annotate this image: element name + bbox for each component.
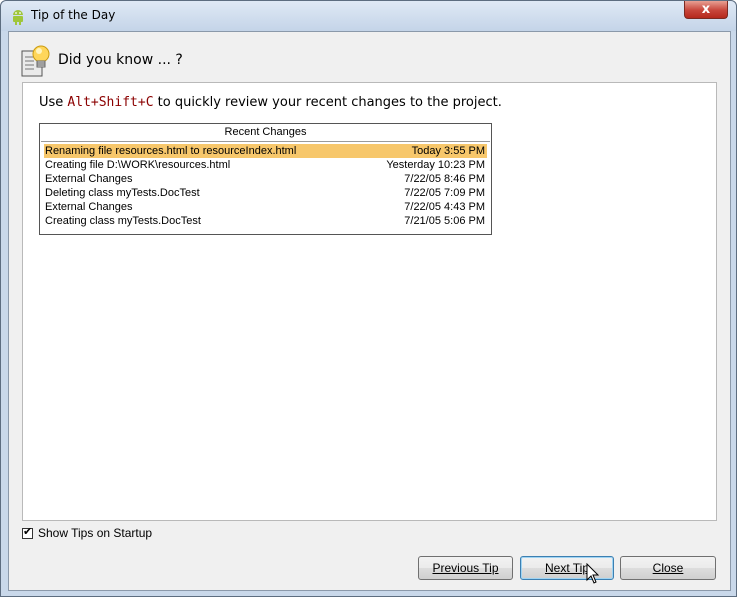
- list-item[interactable]: Creating class myTests.DocTest 7/21/05 5…: [44, 214, 487, 228]
- dialog-client-area: Did you know ... ? Use Alt+Shift+C to qu…: [8, 31, 731, 591]
- change-time: Yesterday 10:23 PM: [386, 159, 485, 171]
- android-icon: [13, 10, 23, 25]
- list-item[interactable]: External Changes 7/22/05 4:43 PM: [44, 200, 487, 214]
- header-title: Did you know ... ?: [58, 52, 183, 68]
- tip-suffix: to quickly review your recent changes to…: [153, 95, 502, 110]
- list-item[interactable]: Creating file D:\WORK\resources.html Yes…: [44, 158, 487, 172]
- change-time: 7/21/05 5:06 PM: [404, 215, 485, 227]
- tip-prefix: Use: [39, 95, 68, 110]
- change-time: Today 3:55 PM: [411, 145, 485, 157]
- window-close-button[interactable]: x: [684, 1, 728, 19]
- lightbulb-icon: [21, 45, 50, 77]
- change-name: Creating class myTests.DocTest: [45, 215, 201, 227]
- change-name: Creating file D:\WORK\resources.html: [45, 159, 231, 171]
- list-item[interactable]: Deleting class myTests.DocTest 7/22/05 7…: [44, 186, 487, 200]
- tip-panel: Use Alt+Shift+C to quickly review your r…: [22, 82, 717, 521]
- tip-text: Use Alt+Shift+C to quickly review your r…: [39, 95, 502, 110]
- change-name: Renaming file resources.html to resource…: [45, 145, 297, 157]
- show-tips-label: Show Tips on Startup: [38, 526, 153, 540]
- tip-shortcut: Alt+Shift+C: [67, 95, 154, 110]
- divider: [41, 141, 490, 142]
- recent-changes-popup: Recent Changes Renaming file resources.h…: [39, 123, 492, 235]
- previous-tip-button[interactable]: Previous Tip: [418, 556, 513, 580]
- previous-tip-label: Previous Tip: [432, 561, 499, 575]
- change-time: 7/22/05 4:43 PM: [404, 201, 485, 213]
- title-bar[interactable]: Tip of the Day x: [1, 1, 736, 31]
- change-time: 7/22/05 7:09 PM: [404, 187, 485, 199]
- change-name: External Changes: [45, 173, 133, 185]
- close-button[interactable]: Close: [620, 556, 716, 580]
- change-name: Deleting class myTests.DocTest: [45, 187, 200, 199]
- show-tips-on-startup[interactable]: ✔ Show Tips on Startup: [22, 526, 152, 540]
- list-item[interactable]: External Changes 7/22/05 8:46 PM: [44, 172, 487, 186]
- recent-changes-list: Renaming file resources.html to resource…: [44, 144, 487, 228]
- next-tip-label: Next Tip: [544, 561, 589, 575]
- checkmark-icon: ✔: [23, 526, 33, 538]
- mouse-cursor-icon: [586, 563, 600, 584]
- show-tips-checkbox[interactable]: ✔: [22, 526, 33, 539]
- close-icon: x: [701, 2, 711, 17]
- recent-changes-title: Recent Changes: [224, 126, 307, 138]
- change-time: 7/22/05 8:46 PM: [404, 173, 485, 185]
- change-name: External Changes: [45, 201, 133, 213]
- close-label: Close: [652, 561, 684, 575]
- list-item[interactable]: Renaming file resources.html to resource…: [44, 144, 487, 158]
- window-title: Tip of the Day: [31, 8, 116, 22]
- tip-of-the-day-dialog: Tip of the Day x Did you know ... ? Use …: [0, 0, 737, 597]
